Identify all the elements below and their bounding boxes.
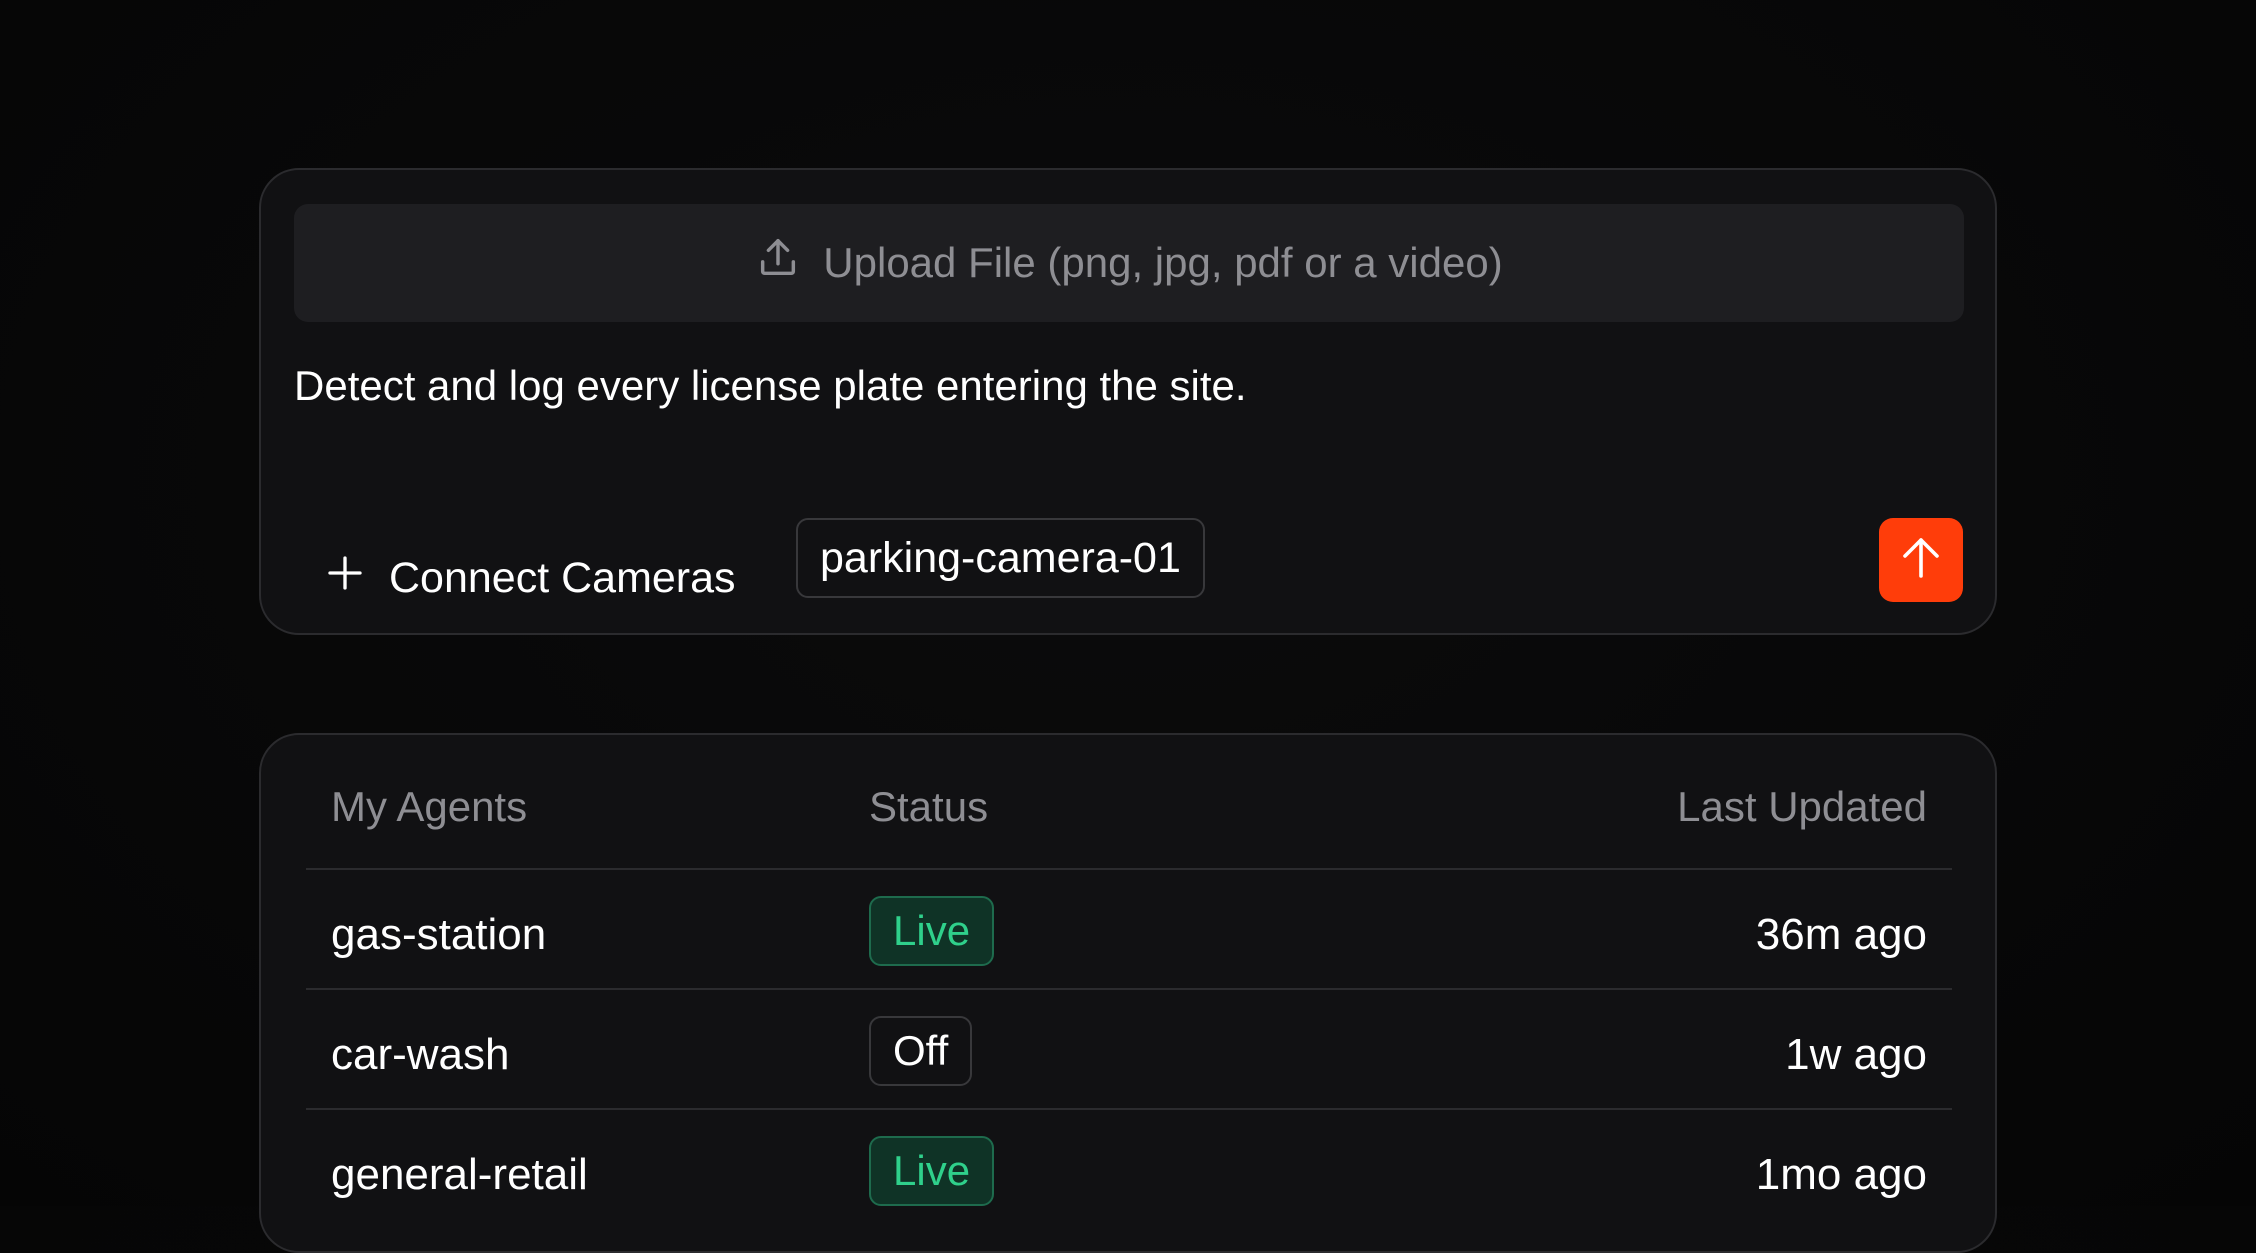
agent-name: car-wash	[331, 1030, 510, 1079]
agents-table: My Agents Status Last Updated gas-statio…	[259, 733, 1997, 1253]
last-updated: 1mo ago	[1755, 1150, 1927, 1199]
upload-file-button[interactable]: Upload File (png, jpg, pdf or a video)	[294, 204, 1964, 322]
agent-name: general-retail	[331, 1150, 588, 1199]
table-row[interactable]: general-retail Live 1mo ago	[306, 1110, 1952, 1230]
header-status: Status	[869, 783, 989, 830]
upload-label: Upload File (png, jpg, pdf or a video)	[823, 239, 1503, 286]
status-badge: Live	[869, 1136, 995, 1206]
agent-name: gas-station	[331, 910, 547, 959]
last-updated: 36m ago	[1755, 910, 1927, 959]
table-header: My Agents Status Last Updated	[306, 735, 1952, 868]
connect-cameras-button[interactable]: Connect Cameras	[325, 533, 736, 623]
prompt-text-input[interactable]: Detect and log every license plate enter…	[294, 362, 1247, 410]
table-row[interactable]: car-wash Off 1w ago	[306, 990, 1952, 1110]
upload-icon	[755, 235, 801, 291]
status-badge: Live	[869, 896, 995, 966]
status-badge: Off	[869, 1016, 973, 1086]
camera-chip[interactable]: parking-camera-01	[796, 518, 1205, 598]
send-button[interactable]	[1879, 518, 1963, 602]
arrow-up-icon	[1897, 534, 1945, 587]
table-row[interactable]: gas-station Live 36m ago	[306, 870, 1952, 990]
agent-composer: Upload File (png, jpg, pdf or a video) D…	[259, 168, 1997, 635]
plus-icon	[325, 553, 365, 604]
header-last-updated: Last Updated	[1677, 783, 1927, 830]
last-updated: 1w ago	[1785, 1030, 1927, 1079]
connect-cameras-label: Connect Cameras	[389, 553, 736, 602]
header-my-agents: My Agents	[331, 783, 528, 830]
